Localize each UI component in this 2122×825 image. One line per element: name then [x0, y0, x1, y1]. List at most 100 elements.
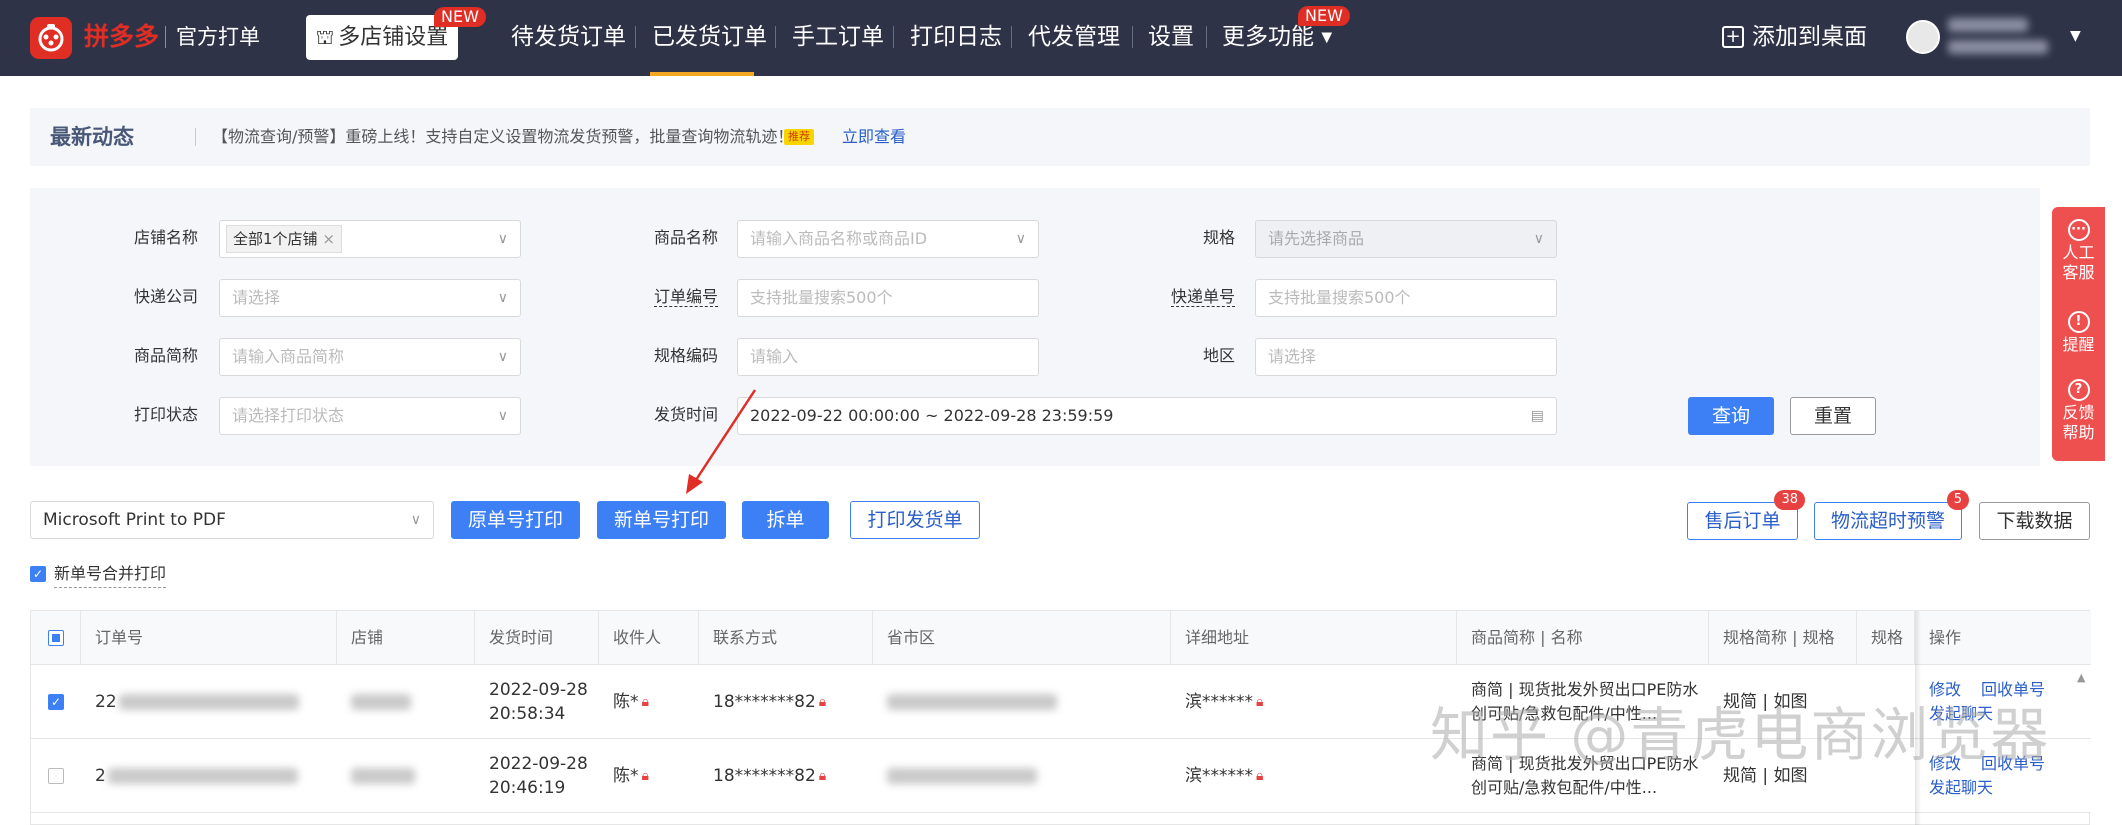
- tracking-no-input[interactable]: 支持批量搜索500个: [1255, 279, 1557, 317]
- view-now-link[interactable]: 立即查看: [842, 123, 906, 151]
- chevron-down-icon: ∨: [497, 408, 508, 424]
- print-status-label: 打印状态: [133, 405, 198, 424]
- start-chat-link[interactable]: 发起聊天: [1929, 776, 1993, 800]
- reset-button[interactable]: 重置: [1790, 397, 1876, 435]
- row-checkbox[interactable]: ✓: [48, 694, 64, 710]
- chevron-down-icon: ∨: [497, 231, 508, 247]
- select-all-cell: [31, 611, 81, 665]
- lock-icon[interactable]: 🔒︎: [819, 690, 826, 714]
- col-order-no: 订单号: [81, 611, 337, 665]
- table-header: 订单号 店铺 发货时间 收件人 联系方式 省市区 详细地址 商品简称 | 名称 …: [31, 611, 2091, 665]
- after-sale-orders-button[interactable]: 售后订单 38: [1687, 490, 1805, 540]
- annotation-arrow-icon: [686, 389, 757, 494]
- recipient-cell: 陈* 🔒︎: [599, 739, 699, 813]
- courier-select[interactable]: 请选择 ∨: [219, 279, 521, 317]
- lock-icon[interactable]: 🔒︎: [642, 690, 649, 714]
- region-blurred: [887, 768, 1037, 784]
- select-all-checkbox[interactable]: [48, 630, 64, 646]
- user-menu-caret-icon[interactable]: ▼: [2070, 24, 2081, 48]
- tab-settings[interactable]: 设置: [1148, 19, 1194, 55]
- region-select[interactable]: 请选择: [1255, 338, 1557, 376]
- download-data-button[interactable]: 下载数据: [1979, 502, 2090, 540]
- nav-divider: [1132, 26, 1133, 48]
- spec-code-label: 规格编码: [653, 346, 718, 365]
- ship-time-range-picker[interactable]: 2022-09-22 00:00:00 ~ 2022-09-28 23:59:5…: [737, 397, 1557, 435]
- col-region: 省市区: [873, 611, 1171, 665]
- recommend-badge: 推荐: [784, 129, 814, 145]
- lock-icon[interactable]: 🔒︎: [642, 764, 649, 788]
- courier-placeholder: 请选择: [232, 288, 281, 307]
- tag-close-icon[interactable]: ×: [322, 230, 335, 248]
- modify-link[interactable]: 修改: [1929, 678, 1961, 702]
- product-short-select[interactable]: 请输入商品简称 ∨: [219, 338, 521, 376]
- split-order-button[interactable]: 拆单: [742, 501, 829, 539]
- printer-select[interactable]: Microsoft Print to PDF ∨: [30, 501, 434, 539]
- ship-time-cell: 2022-09-28 20:58:34: [475, 665, 599, 739]
- phone-value: 18*******82: [713, 766, 816, 786]
- spec-code-input[interactable]: 请输入: [737, 338, 1039, 376]
- more-features-label: 更多功能: [1222, 24, 1314, 50]
- row-checkbox-cell: ✓: [31, 665, 81, 739]
- brand-name: 拼多多: [84, 22, 160, 51]
- col-recipient: 收件人: [599, 611, 699, 665]
- shop-name-label: 店铺名称: [133, 228, 198, 247]
- tracking-no-label: 快递单号: [1085, 279, 1235, 315]
- alert-icon: !: [2067, 311, 2090, 333]
- order-no-label: 订单编号: [568, 279, 718, 315]
- lock-icon[interactable]: 🔒︎: [1256, 690, 1263, 714]
- shop-blurred: [351, 768, 415, 784]
- order-no-input[interactable]: 支持批量搜索500个: [737, 279, 1039, 317]
- phone-cell: 18*******82 🔒︎: [699, 739, 873, 813]
- new-badge: NEW: [434, 7, 486, 27]
- region-blurred: [887, 694, 1057, 710]
- recycle-number-link[interactable]: 回收单号: [1981, 678, 2045, 702]
- tab-print-log[interactable]: 打印日志: [910, 19, 1002, 55]
- tab-manual-orders[interactable]: 手工订单: [792, 19, 884, 55]
- order-no-blurred: [107, 768, 298, 784]
- product-name-select[interactable]: 请输入商品名称或商品ID ∨: [737, 220, 1039, 258]
- new-number-print-button[interactable]: 新单号打印: [597, 501, 726, 539]
- col-phone: 联系方式: [699, 611, 873, 665]
- ship-date: 2022-09-28: [489, 754, 588, 774]
- chat-icon: ···: [2067, 219, 2090, 241]
- user-avatar[interactable]: [1906, 20, 1940, 54]
- original-number-print-button[interactable]: 原单号打印: [451, 501, 580, 539]
- news-divider: [195, 128, 196, 146]
- add-box-icon: +: [1722, 26, 1744, 48]
- address-cell: 滨****** 🔒︎: [1171, 739, 1457, 813]
- shop-blurred: [351, 694, 411, 710]
- shop-name-select[interactable]: 全部1个店铺 × ∨: [219, 220, 521, 258]
- chevron-down-icon: ∨: [1015, 231, 1026, 247]
- print-status-select[interactable]: 请选择打印状态 ∨: [219, 397, 521, 435]
- row-checkbox-cell: [31, 739, 81, 813]
- spec-select: 请先选择商品 ∨: [1255, 220, 1557, 258]
- logistics-timeout-alert-button[interactable]: 物流超时预警 5: [1814, 490, 1969, 540]
- shop-cell: [337, 665, 475, 739]
- add-to-desktop-label: 添加到桌面: [1752, 24, 1867, 50]
- lock-icon[interactable]: 🔒︎: [1256, 764, 1263, 788]
- tab-pending-orders[interactable]: 待发货订单: [511, 19, 626, 55]
- query-button[interactable]: 查询: [1688, 397, 1774, 435]
- customer-service-button[interactable]: ··· 人工客服: [2052, 219, 2105, 283]
- courier-label: 快递公司: [133, 287, 198, 306]
- add-to-desktop-button[interactable]: + 添加到桌面: [1722, 20, 1867, 54]
- scroll-up-arrow-icon[interactable]: ▲: [2077, 671, 2085, 684]
- reminder-button[interactable]: ! 提醒: [2052, 311, 2105, 355]
- tab-shipped-orders[interactable]: 已发货订单: [652, 19, 767, 55]
- merge-print-checkbox[interactable]: ✓: [30, 566, 46, 582]
- printer-value: Microsoft Print to PDF: [43, 510, 226, 530]
- chevron-down-icon: ∨: [497, 349, 508, 365]
- order-no-prefix: 22: [95, 692, 117, 712]
- feedback-help-button[interactable]: ? 反馈帮助: [2052, 379, 2105, 443]
- col-address: 详细地址: [1171, 611, 1457, 665]
- caret-down-icon: ▼: [1321, 29, 1333, 46]
- print-shipping-list-button[interactable]: 打印发货单: [850, 501, 980, 539]
- lock-icon[interactable]: 🔒︎: [819, 764, 826, 788]
- tab-dropship[interactable]: 代发管理: [1028, 19, 1120, 55]
- account-id-blurred: [1948, 40, 2048, 54]
- logistics-alert-label: 物流超时预警: [1830, 510, 1945, 532]
- row-checkbox[interactable]: [48, 768, 64, 784]
- brand-subtitle: 官方打单: [176, 25, 260, 49]
- customer-service-label: 人工客服: [2062, 243, 2095, 282]
- ship-date: 2022-09-28: [489, 680, 588, 700]
